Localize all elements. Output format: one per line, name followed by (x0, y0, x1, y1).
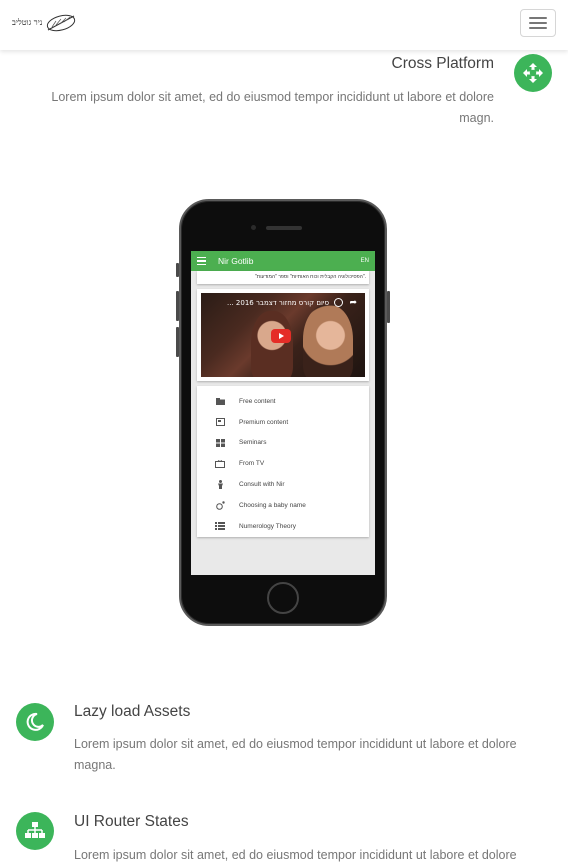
app-toolbar: Nir Gotlib EN (191, 251, 375, 271)
language-toggle[interactable]: EN (361, 258, 369, 264)
brand-text: ניר גוטליב (12, 18, 43, 27)
feature-desc-ui-router: Lorem ipsum dolor sit amet, ed do eiusmo… (74, 848, 517, 862)
grid-icon (215, 438, 225, 447)
menu-toggle-button[interactable] (520, 9, 556, 37)
person-icon (215, 480, 225, 490)
app-menu-list: Free content Premium content Seminars Fr… (197, 386, 369, 537)
play-button-icon[interactable] (271, 329, 291, 343)
feature-title-ui-router: UI Router States (74, 813, 189, 830)
watch-later-icon[interactable] (334, 298, 343, 307)
baby-icon (215, 501, 225, 510)
top-navbar: ניר גוטליב (0, 0, 568, 50)
intro-card-text: "הפסיכולוגיה הקבלית וכוח האותיות" וספר "… (254, 274, 366, 280)
menu-item-premium-content[interactable]: Premium content (197, 412, 369, 433)
feature-desc-cross-platform: Lorem ipsum dolor sit amet, ed do eiusmo… (51, 90, 494, 125)
feature-title-cross-platform: Cross Platform (391, 55, 495, 72)
video-thumbnail[interactable]: סיום קורס מחזור דצמבר 2016 ... ➦ (201, 293, 365, 377)
menu-item-consult[interactable]: Consult with Nir (197, 474, 369, 495)
video-title: סיום קורס מחזור דצמבר 2016 ... (227, 299, 329, 307)
folder-icon (215, 397, 225, 405)
app-menu-icon[interactable] (197, 256, 206, 266)
phone-home-button (267, 582, 299, 614)
menu-item-seminars[interactable]: Seminars (197, 433, 369, 454)
premium-icon (215, 418, 225, 427)
tv-icon (215, 459, 225, 468)
brand-logo[interactable]: ניר גוטליב (12, 13, 78, 33)
feather-logo-icon (47, 14, 76, 32)
sitemap-icon (16, 812, 54, 850)
arrows-move-icon (514, 54, 552, 92)
menu-item-free-content[interactable]: Free content (197, 391, 369, 412)
menu-item-numerology[interactable]: Numerology Theory (197, 516, 369, 537)
menu-item-baby-name[interactable]: Choosing a baby name (197, 495, 369, 516)
moon-icon (16, 703, 54, 741)
phone-speaker (266, 226, 302, 230)
intro-card: "הפסיכולוגיה הקבלית וכוח האותיות" וספר "… (197, 271, 369, 284)
menu-item-from-tv[interactable]: From TV (197, 453, 369, 474)
app-title: Nir Gotlib (218, 256, 254, 266)
feature-title-lazy-load: Lazy load Assets (74, 703, 191, 720)
phone-mockup: Nir Gotlib EN "הפסיכולוגיה הקבלית וכוח ה… (176, 199, 390, 626)
feature-desc-lazy-load: Lorem ipsum dolor sit amet, ed do eiusmo… (74, 737, 517, 772)
share-icon[interactable]: ➦ (349, 297, 357, 308)
hamburger-icon (529, 17, 547, 19)
phone-camera (251, 225, 256, 230)
list-icon (215, 522, 225, 531)
video-card[interactable]: סיום קורס מחזור דצמבר 2016 ... ➦ (197, 289, 369, 381)
phone-screen: Nir Gotlib EN "הפסיכולוגיה הקבלית וכוח ה… (191, 251, 375, 575)
